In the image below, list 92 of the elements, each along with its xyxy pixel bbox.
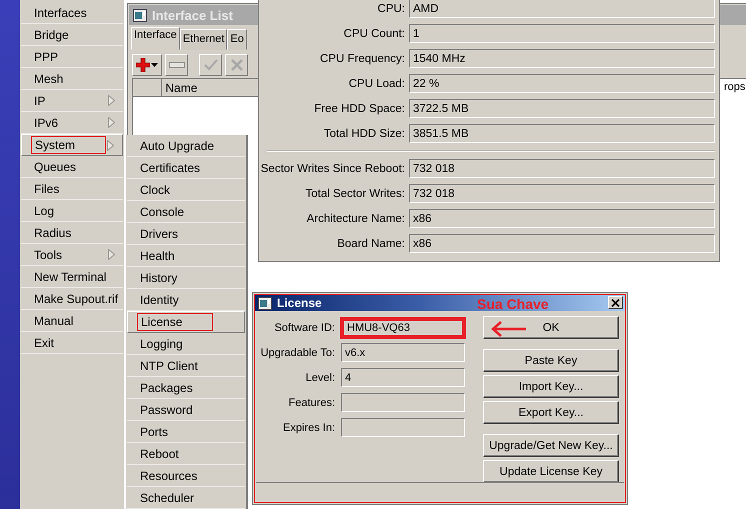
dialog-button[interactable]: Upgrade/Get New Key...	[483, 434, 619, 457]
value-field: 4	[341, 368, 465, 387]
arrow-annotation-icon	[491, 320, 527, 338]
menu-item[interactable]: Radius	[21, 222, 123, 244]
menu-item[interactable]: Tools	[21, 244, 123, 266]
menu-item[interactable]: Auto Upgrade	[127, 135, 245, 157]
value-field: 1	[409, 24, 715, 43]
menu-item[interactable]: Identity	[127, 289, 245, 311]
field-label: Total HDD Size:	[322, 128, 406, 140]
dialog-button[interactable]: Update License Key	[483, 460, 619, 483]
field-label: Level:	[304, 372, 336, 384]
tab[interactable]: Eo	[227, 29, 247, 50]
field-label: Upgradable To:	[260, 346, 336, 358]
value-field: 1540 MHz	[409, 49, 715, 68]
menu-item[interactable]: Exit	[21, 332, 123, 354]
value-field: AMD	[409, 0, 715, 18]
value-field: x86	[409, 234, 715, 253]
value-field: 732 018	[409, 159, 715, 178]
menu-item[interactable]: NTP Client	[127, 355, 245, 377]
value-field: 3722.5 MB	[409, 99, 715, 118]
dialog-button[interactable]: Paste Key	[483, 349, 619, 372]
field-label: Free HDD Space:	[313, 102, 406, 114]
menu-item[interactable]: IPv6	[21, 112, 123, 134]
menu-item[interactable]: Certificates	[127, 157, 245, 179]
menu-item[interactable]: History	[127, 267, 245, 289]
window-title: Interface List	[152, 8, 233, 22]
dialog-button[interactable]: Import Key...	[483, 375, 619, 398]
menu-item[interactable]: Password	[127, 399, 245, 421]
menu-item[interactable]: Log	[21, 200, 123, 222]
caret-icon	[151, 63, 158, 67]
dialog-button[interactable]: Export Key...	[483, 401, 619, 424]
triangle-icon	[107, 140, 114, 151]
value-field: 3851.5 MB	[409, 124, 715, 143]
value-field: v6.x	[341, 343, 465, 362]
menu-item[interactable]: Clock	[127, 179, 245, 201]
column-header[interactable]: rops	[724, 81, 746, 93]
field-label: Board Name:	[336, 238, 406, 250]
window-title: License	[277, 296, 322, 310]
remove-button[interactable]	[165, 54, 188, 76]
menu-item[interactable]: License	[127, 311, 245, 333]
menu-item[interactable]: Ports	[127, 421, 245, 443]
menu-item[interactable]: Files	[21, 178, 123, 200]
value-field: 732 018	[409, 184, 715, 203]
field-label: CPU:	[376, 2, 406, 14]
window-icon	[258, 296, 272, 310]
disable-button[interactable]	[225, 54, 248, 76]
menu-item[interactable]: Drivers	[127, 223, 245, 245]
menu-item[interactable]: Reboot	[127, 443, 245, 465]
menu-item[interactable]: New Terminal	[21, 266, 123, 288]
triangle-icon	[108, 95, 115, 106]
value-field: HMU8-VQ63	[340, 316, 466, 338]
field-label: Software ID:	[273, 322, 336, 334]
add-button[interactable]	[132, 54, 162, 76]
cross-icon	[230, 59, 242, 71]
menu-item[interactable]: Resources	[127, 465, 245, 487]
check-icon	[204, 59, 218, 71]
tab[interactable]: Interface	[131, 27, 180, 50]
menu-item[interactable]: Interfaces	[21, 2, 123, 24]
field-label: CPU Count:	[342, 28, 406, 40]
menu-item[interactable]: PPP	[21, 46, 123, 68]
plus-icon	[136, 58, 150, 72]
window-icon	[133, 8, 147, 22]
menu-item[interactable]: Bridge	[21, 24, 123, 46]
menu-item[interactable]: Manual	[21, 310, 123, 332]
triangle-icon	[108, 249, 115, 260]
triangle-icon	[108, 117, 115, 128]
menu-item[interactable]: Queues	[21, 156, 123, 178]
annotation-text: Sua Chave	[477, 296, 549, 312]
menu-item[interactable]: Health	[127, 245, 245, 267]
close-icon	[611, 298, 620, 306]
menu-item[interactable]: IP	[21, 90, 123, 112]
field-label: CPU Load:	[348, 78, 406, 90]
field-label: Sector Writes Since Reboot:	[260, 162, 406, 174]
menu-item[interactable]: Mesh	[21, 68, 123, 90]
field-label: Total Sector Writes:	[304, 188, 406, 200]
close-button[interactable]	[608, 296, 623, 309]
menu-item[interactable]: Console	[127, 201, 245, 223]
enable-button[interactable]	[199, 54, 222, 76]
field-label: Expires In:	[282, 422, 336, 434]
menu-item[interactable]: System	[21, 134, 123, 156]
dialog-button[interactable]: OK	[483, 316, 619, 339]
value-field: 22 %	[409, 74, 715, 93]
tab[interactable]: Ethernet	[180, 29, 228, 50]
minus-icon	[168, 62, 184, 68]
menu-item[interactable]: Logging	[127, 333, 245, 355]
field-label: Architecture Name:	[306, 212, 406, 224]
field-label: CPU Frequency:	[318, 52, 406, 64]
value-field: x86	[409, 209, 715, 228]
menu-item[interactable]: Packages	[127, 377, 245, 399]
menu-item[interactable]: Make Supout.rif	[21, 288, 123, 310]
menu-item[interactable]: Scheduler	[127, 487, 245, 509]
field-label: Features:	[288, 396, 336, 408]
